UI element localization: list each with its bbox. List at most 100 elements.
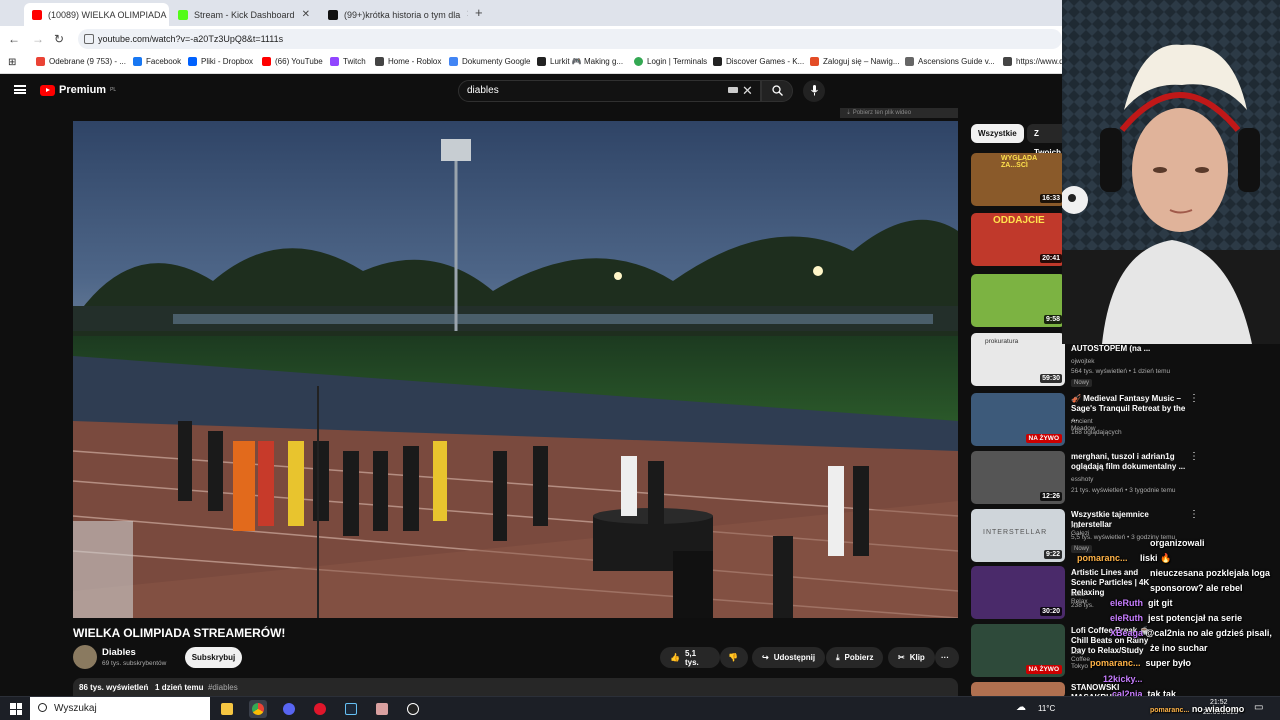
close-tab-icon[interactable]: ✕ [302, 9, 310, 20]
search-button[interactable] [761, 80, 793, 102]
chat-username[interactable]: eleRuth [1110, 613, 1143, 623]
back-arrow-icon[interactable]: ← [8, 32, 20, 46]
clip-button[interactable]: ✂ Klip [888, 647, 935, 668]
recommendation-thumbnail[interactable]: NA ŻYWO [971, 624, 1065, 677]
bookmark-dropbox[interactable]: Pliki - Dropbox [188, 57, 253, 66]
clip-label: Klip [909, 653, 925, 662]
recommendation-thumbnail[interactable]: 9:58 [971, 274, 1065, 327]
description-box[interactable]: 86 tys. wyświetleń 1 dzień temu #diables [73, 678, 958, 698]
recommendation-thumbnail[interactable]: WYGLĄDA ZA...ŚCI 16:33 [971, 153, 1065, 206]
weather-temperature[interactable]: 11°C [1038, 704, 1055, 713]
bookmark-url[interactable]: https://www.d [1003, 57, 1064, 66]
chat-username[interactable]: 12kicky... [1103, 674, 1142, 684]
recommendation-title[interactable]: merghani, tuszol i adrian1g oglądają fil… [1071, 452, 1186, 472]
chat-username[interactable]: XBeaga [1110, 628, 1143, 638]
recommendation-thumbnail[interactable]: INTERSTELLAR 9:22 [971, 509, 1065, 562]
bookmark-discover-games[interactable]: Discover Games - K... [713, 57, 804, 66]
share-button[interactable]: ↪ Udostępnij [752, 647, 826, 668]
kick-favicon-icon [178, 9, 188, 20]
recommendation-thumbnail[interactable]: 12:26 [971, 451, 1065, 504]
recommendation-meta: 168 oglądających [1071, 429, 1122, 436]
weather-icon[interactable]: ☁ [1016, 702, 1026, 713]
file-explorer-icon[interactable] [218, 700, 236, 718]
bookmark-ascensions[interactable]: Ascensions Guide v... [905, 57, 995, 66]
bookmark-label: Discover Games - K... [726, 57, 805, 66]
hashtag-link[interactable]: #diables [208, 683, 238, 692]
chat-username[interactable]: eleRuth [1110, 598, 1143, 608]
more-options-icon[interactable]: ⋮ [1189, 451, 1199, 462]
channel-avatar[interactable] [73, 645, 97, 669]
bookmark-facebook[interactable]: Facebook [133, 57, 181, 66]
taskbar-search-field[interactable]: Wyszukaj [30, 697, 210, 720]
bookmark-navigator[interactable]: Zaloguj się – Nawig... [810, 57, 899, 66]
forward-arrow-icon[interactable]: → [32, 32, 44, 46]
subscribe-button[interactable]: Subskrybuj [185, 647, 242, 668]
bookmark-gmail[interactable]: Odebrane (9 753) - ... [36, 57, 126, 66]
bookmark-lurkit[interactable]: Lurkit 🎮 Making g... [537, 57, 623, 66]
recommendation-thumbnail[interactable]: NA ŻYWO [971, 393, 1065, 446]
discord-icon[interactable] [280, 700, 298, 718]
clear-search-icon[interactable]: ✕ [742, 83, 753, 99]
like-button[interactable]: 👍 5,1 tys. [660, 647, 720, 668]
download-icon: ⤓ [836, 652, 840, 662]
video-duration: 20:41 [1040, 254, 1062, 263]
recommendation-channel[interactable]: esshoty [1071, 476, 1093, 483]
site-info-icon[interactable] [84, 34, 94, 44]
bookmark-roblox[interactable]: Home - Roblox [375, 57, 441, 66]
chat-message: pomaranc... liski 🔥 [1077, 553, 1171, 564]
hamburger-menu-icon[interactable] [14, 85, 26, 94]
recommendation-thumbnail[interactable]: 30:20 [971, 566, 1065, 619]
chat-username[interactable]: pomaranc... [1150, 707, 1189, 714]
recommendation-channel[interactable]: ojwojtek [1071, 358, 1094, 365]
recommendation-thumbnail[interactable]: prokuratura 59:30 [971, 333, 1065, 386]
channel-name[interactable]: Diables [102, 647, 136, 658]
video-player[interactable] [73, 121, 958, 618]
logo-region: PL [110, 87, 117, 93]
url-field[interactable]: youtube.com/watch?v=-a20Tz3UpQ8&t=1111s [78, 29, 1062, 49]
download-video-hint[interactable]: ⇣ Pobierz ten plik wideo [840, 108, 958, 118]
recommendation-meta: 238 tys. [1071, 602, 1094, 609]
browser-tab-kick[interactable]: Stream - Kick Dashboard ✕ [170, 3, 318, 26]
more-options-icon[interactable]: ⋮ [1189, 393, 1199, 404]
browser-tab-tiktok[interactable]: (99+)krótka historia o tym dla ✕ [320, 3, 468, 26]
chat-username[interactable]: pomaranc... [1077, 553, 1128, 563]
keyboard-icon[interactable] [728, 87, 738, 93]
chrome-icon[interactable] [249, 700, 267, 718]
notification-icon[interactable]: ▭ [1254, 702, 1263, 713]
obs-icon[interactable] [404, 700, 422, 718]
lurkit-icon [537, 57, 546, 66]
recommendation-thumbnail[interactable]: ODDAJCIE 20:41 [971, 213, 1065, 266]
search-input[interactable]: diables [458, 80, 761, 102]
steam-icon[interactable] [342, 700, 360, 718]
video-frame-image [73, 121, 958, 618]
dislike-button[interactable]: 👎 [720, 647, 748, 668]
more-actions-button[interactable]: ··· [935, 647, 959, 668]
bookmark-youtube[interactable]: (66) YouTube [262, 57, 323, 66]
chat-username[interactable]: pomaranc... [1090, 658, 1141, 668]
apps-grid-icon[interactable]: ⊞ [8, 57, 16, 68]
more-options-icon[interactable]: ⋮ [1189, 509, 1199, 520]
new-tab-icon[interactable]: + [475, 5, 483, 20]
browser-tab-youtube[interactable]: (10089) WIELKA OLIMPIADA ST ✕ [24, 3, 169, 26]
download-button[interactable]: ⤓ Pobierz [826, 647, 884, 668]
youtube-premium-logo[interactable]: Premium PL [40, 84, 116, 96]
bookmark-google-docs[interactable]: Dokumenty Google [449, 57, 530, 66]
chat-message: sponsorow? ale rebel [1150, 583, 1243, 593]
close-tab-icon[interactable]: ✕ [466, 9, 468, 20]
voice-search-button[interactable] [803, 80, 825, 102]
bookmark-twitch[interactable]: Twitch [330, 57, 366, 66]
chat-message: eleRuth git git [1110, 598, 1173, 608]
chat-message: pomaranc... no wiadomo [1150, 704, 1244, 714]
photo-app-icon[interactable] [373, 700, 391, 718]
windows-start-icon[interactable] [10, 703, 22, 715]
terminals-icon [634, 57, 643, 66]
opera-icon[interactable] [311, 700, 329, 718]
recommendation-channel[interactable]: Lofi Coffee Tokyo [1071, 649, 1090, 670]
bookmark-terminals[interactable]: Login | Terminals [634, 57, 707, 66]
reload-icon[interactable]: ↻ [54, 32, 64, 46]
chat-text: jest potencjał na serie [1148, 613, 1243, 623]
chip-all[interactable]: Wszystkie [971, 124, 1024, 143]
bookmark-label: Facebook [146, 57, 182, 66]
recommendation-meta: 21 tys. wyświetleń • 3 tygodnie temu [1071, 487, 1176, 494]
recommendation-title[interactable]: AUTOSTOPEM (na ... [1071, 344, 1186, 354]
